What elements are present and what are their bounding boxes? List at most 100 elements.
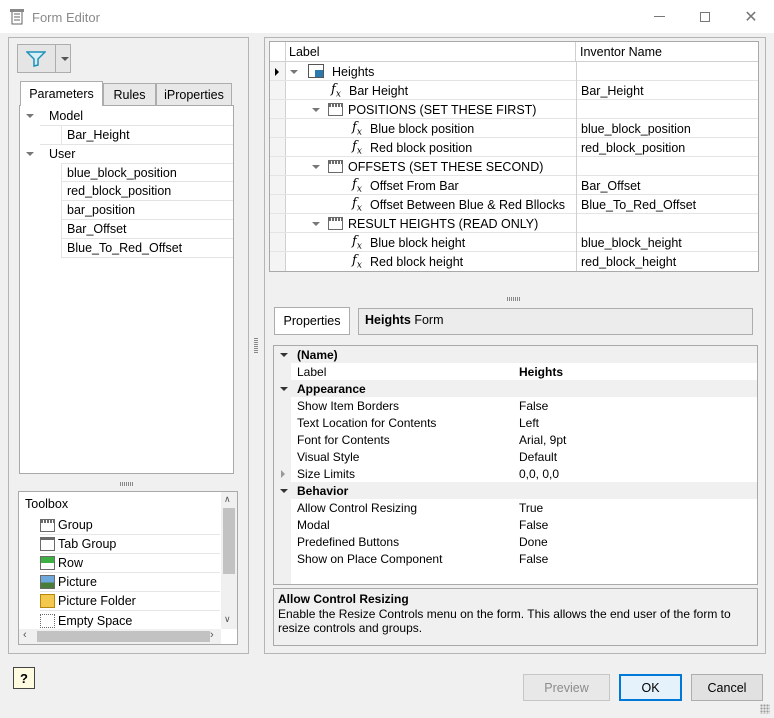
toolbox-horizontal-scrollbar[interactable]: ‹ ›	[19, 629, 221, 644]
toolbox-item-picture-folder[interactable]: Picture Folder	[40, 592, 220, 611]
property-category-name[interactable]: (Name)	[274, 346, 757, 363]
toolbox-item-picture[interactable]: Picture	[40, 573, 220, 592]
grid-row-group[interactable]: POSITIONS (SET THESE FIRST)	[270, 100, 758, 119]
scroll-left-icon[interactable]: ‹	[23, 629, 27, 641]
chevron-down-icon	[312, 107, 320, 112]
tree-item-param[interactable]: bar_position	[61, 201, 233, 220]
group-icon	[328, 217, 343, 230]
splitter-handle[interactable]	[254, 338, 258, 354]
help-button[interactable]: ?	[13, 667, 35, 689]
parameter-fx-icon: fx	[352, 176, 362, 195]
parameter-fx-icon: fx	[352, 233, 362, 252]
grid-row-group[interactable]: RESULT HEIGHTS (READ ONLY)	[270, 214, 758, 233]
maximize-button[interactable]	[682, 0, 728, 33]
grid-row-param[interactable]: fx Blue block position blue_block_positio…	[270, 119, 758, 138]
toolbox-item-empty-space[interactable]: Empty Space	[40, 611, 220, 630]
property-description: Allow Control Resizing Enable the Resize…	[273, 588, 758, 646]
grid-row-param[interactable]: fx Red block height red_block_height	[270, 252, 758, 271]
toolbox-item-row[interactable]: Row	[40, 554, 220, 573]
toolbox-item-tab-group[interactable]: Tab Group	[40, 535, 220, 554]
toolbox-vertical-scrollbar[interactable]: ∧ ∨	[221, 492, 237, 629]
maximize-icon	[700, 11, 710, 22]
grid-row-group[interactable]: OFFSETS (SET THESE SECOND)	[270, 157, 758, 176]
chevron-down-icon	[290, 69, 298, 74]
parameter-fx-icon: fx	[352, 138, 362, 157]
group-icon	[328, 160, 343, 173]
property-row-label[interactable]: Label Heights	[274, 363, 757, 380]
form-editor-app-icon	[10, 9, 24, 25]
property-category-appearance[interactable]: Appearance	[274, 380, 757, 397]
parameter-fx-icon: fx	[331, 81, 341, 100]
property-row-predefined-buttons[interactable]: Predefined Buttons Done	[274, 533, 757, 550]
column-header-inventor-name[interactable]: Inventor Name	[580, 45, 662, 59]
filter-icon	[26, 51, 46, 67]
grid-row-param[interactable]: fx Offset From Bar Bar_Offset	[270, 176, 758, 195]
chevron-down-icon	[61, 57, 69, 61]
chevron-down-icon	[312, 221, 320, 226]
scrollbar-thumb[interactable]	[223, 508, 235, 574]
property-row-visual-style[interactable]: Visual Style Default	[274, 448, 757, 465]
group-icon	[40, 518, 55, 532]
scroll-down-icon[interactable]: ∨	[224, 614, 231, 625]
cancel-button[interactable]: Cancel	[691, 674, 763, 701]
chevron-down-icon	[280, 488, 288, 493]
property-row-font[interactable]: Font for Contents Arial, 9pt	[274, 431, 757, 448]
group-icon	[328, 103, 343, 116]
ok-button[interactable]: OK	[619, 674, 682, 701]
chevron-down-icon	[312, 164, 320, 169]
tree-item-param[interactable]: red_block_position	[61, 182, 233, 201]
property-row-modal[interactable]: Modal False	[274, 516, 757, 533]
splitter-handle[interactable]	[507, 297, 521, 301]
chevron-down-icon	[280, 386, 288, 391]
parameter-fx-icon: fx	[352, 195, 362, 214]
splitter-handle[interactable]	[120, 482, 134, 486]
tab-iproperties[interactable]: iProperties	[156, 83, 232, 105]
scroll-right-icon[interactable]: ›	[210, 629, 214, 641]
property-row-show-on-place[interactable]: Show on Place Component False	[274, 550, 757, 567]
window-title: Form Editor	[32, 10, 100, 25]
tree-node-model[interactable]: Model	[20, 106, 233, 125]
grid-row-param[interactable]: fx Bar Height Bar_Height	[270, 81, 758, 100]
chevron-down-icon	[280, 352, 288, 357]
tree-node-user[interactable]: User	[20, 144, 233, 163]
minimize-icon	[653, 16, 665, 17]
grid-row-param[interactable]: fx Red block position red_block_position	[270, 138, 758, 157]
toolbox-item-group[interactable]: Group	[40, 516, 220, 535]
preview-button[interactable]: Preview	[523, 674, 610, 701]
grid-header: Label Inventor Name	[270, 42, 758, 62]
tab-group-icon	[40, 537, 55, 551]
selected-object-header: Heights Form	[358, 308, 753, 335]
tree-item-param[interactable]: Bar_Offset	[61, 220, 233, 239]
description-title: Allow Control Resizing	[278, 592, 409, 606]
property-category-behavior[interactable]: Behavior	[274, 482, 757, 499]
grid-row-root[interactable]: Heights	[270, 62, 758, 81]
scroll-up-icon[interactable]: ∧	[224, 494, 231, 505]
tree-item-param[interactable]: blue_block_position	[61, 163, 233, 182]
tab-rules[interactable]: Rules	[103, 83, 156, 105]
chevron-down-icon	[26, 151, 34, 156]
parameter-fx-icon: fx	[352, 119, 362, 138]
row-icon	[40, 556, 55, 570]
minimize-button[interactable]	[636, 0, 682, 33]
chevron-down-icon	[26, 113, 34, 118]
property-row-show-item-borders[interactable]: Show Item Borders False	[274, 397, 757, 414]
close-icon: ✕	[744, 8, 758, 26]
property-row-text-location[interactable]: Text Location for Contents Left	[274, 414, 757, 431]
help-icon: ?	[20, 670, 28, 686]
grid-row-param[interactable]: fx Offset Between Blue & Red Bllocks Blue…	[270, 195, 758, 214]
chevron-right-icon	[281, 469, 285, 478]
property-row-size-limits[interactable]: Size Limits 0,0, 0,0	[274, 465, 757, 482]
grid-row-param[interactable]: fx Blue block height blue_block_height	[270, 233, 758, 252]
close-button[interactable]: ✕	[728, 0, 774, 33]
property-row-allow-control-resizing[interactable]: Allow Control Resizing True	[274, 499, 757, 516]
filter-button[interactable]	[17, 44, 71, 73]
properties-tab[interactable]: Properties	[274, 307, 350, 335]
description-text: Enable the Resize Controls menu on the f…	[278, 606, 731, 636]
scrollbar-thumb[interactable]	[37, 631, 210, 642]
resize-grip[interactable]	[760, 704, 770, 714]
tab-parameters[interactable]: Parameters	[20, 81, 103, 106]
tree-item-param[interactable]: Bar_Height	[61, 125, 233, 144]
tree-item-param[interactable]: Blue_To_Red_Offset	[61, 239, 233, 258]
column-header-label[interactable]: Label	[289, 45, 320, 59]
picture-folder-icon	[40, 594, 55, 608]
